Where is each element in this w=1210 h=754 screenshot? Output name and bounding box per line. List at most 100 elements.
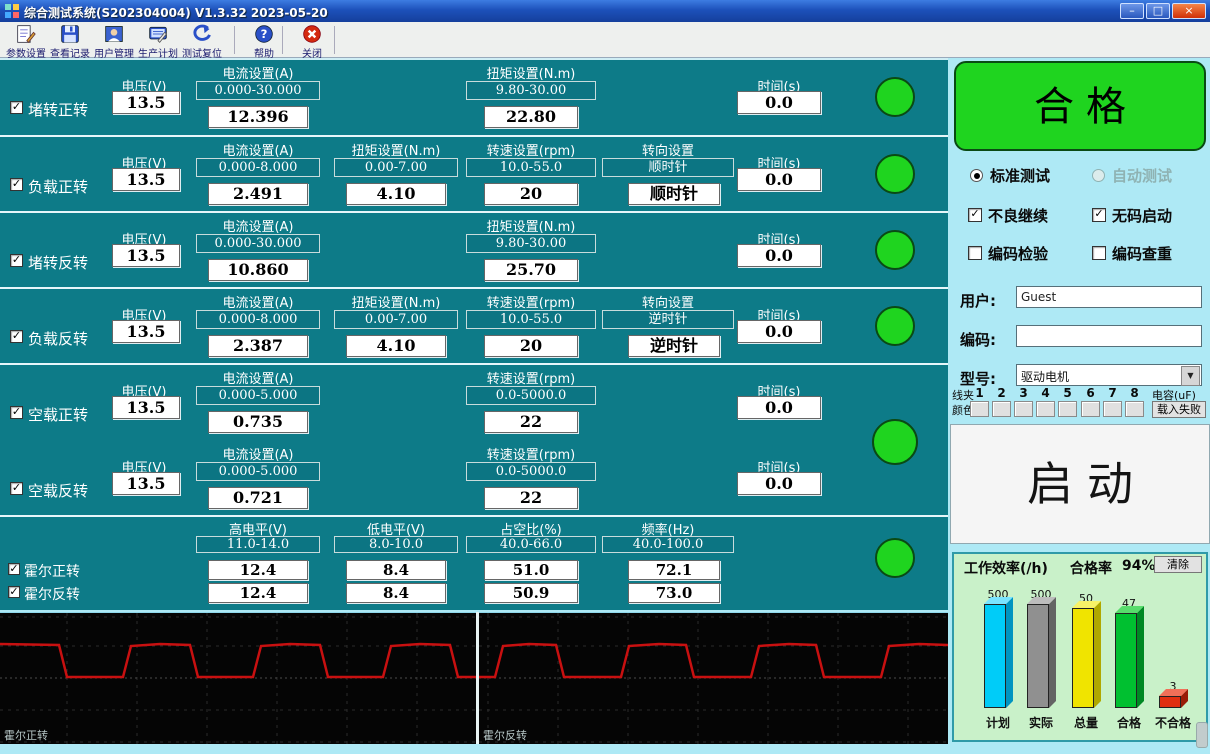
- checkbox-code-dup-check-label: 编码查重: [1112, 243, 1172, 264]
- clamp-color-box[interactable]: [1014, 401, 1033, 417]
- toolbar-item-label: 用户管理: [94, 45, 134, 60]
- row-checkbox[interactable]: [10, 406, 23, 419]
- checkbox-code-dup-check[interactable]: [1092, 246, 1106, 260]
- chevron-down-icon[interactable]: ▼: [1181, 366, 1200, 386]
- model-dropdown[interactable]: 驱动电机 ▼: [1016, 364, 1202, 386]
- value-box: 20: [484, 183, 578, 205]
- toolbar-item-2[interactable]: 用户管理: [90, 24, 138, 57]
- toolbar-item-3[interactable]: 生产计划: [134, 24, 182, 57]
- column-header: 转速设置(rpm): [466, 444, 596, 459]
- minimize-button[interactable]: –: [1120, 3, 1144, 19]
- bar-side: [1049, 597, 1056, 708]
- clamp-color-box[interactable]: [970, 401, 989, 417]
- checkbox-continue-on-fail[interactable]: [968, 208, 982, 222]
- column-header: 电流设置(A): [196, 368, 320, 383]
- time-box: 0.0: [737, 472, 821, 495]
- close-button[interactable]: ×: [1172, 3, 1206, 19]
- toolbar-item-1[interactable]: 查看记录: [46, 24, 94, 57]
- svg-text:?: ?: [261, 27, 268, 41]
- clamp-color-box[interactable]: [1125, 401, 1144, 417]
- toolbar-item-4[interactable]: 测试复位: [178, 24, 226, 57]
- row-checkbox[interactable]: [8, 586, 20, 598]
- value-box: 72.1: [628, 560, 720, 580]
- row-label: 负载正转: [28, 176, 114, 194]
- column-header: 电流设置(A): [196, 63, 320, 78]
- radio-auto-test[interactable]: [1092, 169, 1105, 182]
- column-header: 扭矩设置(N.m): [334, 140, 458, 155]
- radio-standard-test[interactable]: [970, 169, 983, 182]
- range-box: 0.000-30.000: [196, 81, 320, 100]
- checkbox-no-code-start-label: 无码启动: [1112, 205, 1172, 226]
- work-efficiency-label: 工作效率(/h): [964, 558, 1048, 578]
- row-separator: [0, 515, 948, 517]
- value-box: 50.9: [484, 583, 578, 603]
- toolbar-item-0[interactable]: 参数设置: [2, 24, 50, 57]
- row-label: 堵转反转: [28, 252, 114, 270]
- value-box: 10.860: [208, 259, 308, 281]
- window-title: 综合测试系统(S202304004) V1.3.32 2023-05-20: [24, 4, 328, 21]
- user-input[interactable]: [1016, 286, 1202, 308]
- row-label: 空载正转: [28, 404, 114, 422]
- close-icon: [302, 24, 322, 44]
- row-label: 霍尔反转: [24, 584, 114, 600]
- checkbox-code-verify[interactable]: [968, 246, 982, 260]
- checkbox-no-code-start[interactable]: [1092, 208, 1106, 222]
- range-box: 0.000-8.000: [196, 158, 320, 177]
- toolbar-item-6[interactable]: 关闭: [288, 24, 336, 57]
- start-button[interactable]: 启动: [950, 424, 1210, 544]
- range-box: 顺时针: [602, 158, 734, 177]
- range-box: 0.00-7.00: [334, 158, 458, 177]
- voltage-label: 电压(V): [106, 76, 182, 90]
- clamp-color-box[interactable]: [1103, 401, 1122, 417]
- clamp-color-box[interactable]: [992, 401, 1011, 417]
- row-label: 负载反转: [28, 328, 114, 346]
- status-light: [872, 419, 918, 465]
- row-checkbox[interactable]: [8, 563, 20, 575]
- hall-column-header: 频率(Hz): [602, 519, 734, 534]
- clamp-number: 7: [1103, 386, 1122, 399]
- load-fixture-button[interactable]: 载入失败: [1152, 401, 1206, 418]
- row-separator: [0, 363, 948, 365]
- row-checkbox[interactable]: [10, 330, 23, 343]
- status-light: [875, 77, 915, 117]
- value-box: 12.4: [208, 560, 308, 580]
- clamp-color-box[interactable]: [1058, 401, 1077, 417]
- column-header: 电流设置(A): [196, 444, 320, 459]
- voltage-box: 13.5: [112, 472, 180, 495]
- user-icon: [104, 24, 124, 44]
- value-box: 2.491: [208, 183, 308, 205]
- voltage-box: 13.5: [112, 168, 180, 191]
- column-header: 扭矩设置(N.m): [466, 63, 596, 78]
- row-checkbox[interactable]: [10, 482, 23, 495]
- checkbox-continue-on-fail-label: 不良继续: [988, 205, 1048, 226]
- status-light: [875, 154, 915, 194]
- column-header: 转向设置: [602, 292, 734, 307]
- resize-handle[interactable]: [1196, 722, 1208, 748]
- bar: [1072, 608, 1094, 708]
- clamp-color-box[interactable]: [1036, 401, 1055, 417]
- value-box: 25.70: [484, 259, 578, 281]
- radio-auto-test-label: 自动测试: [1112, 165, 1172, 186]
- row-checkbox[interactable]: [10, 254, 23, 267]
- app-icon: [4, 3, 20, 19]
- toolbar-item-label: 测试复位: [182, 45, 222, 60]
- waveform-hall-forward: 霍尔正转: [0, 612, 476, 744]
- value-box: 22.80: [484, 106, 578, 128]
- bar-label: 不合格: [1151, 714, 1195, 728]
- help-icon: ?: [254, 24, 274, 44]
- reset-icon: [192, 24, 212, 44]
- clear-button[interactable]: 清除: [1154, 556, 1202, 573]
- maximize-button[interactable]: □: [1146, 3, 1170, 19]
- hall-range-box: 40.0-100.0: [602, 536, 734, 553]
- bar-label: 合格: [1107, 714, 1151, 728]
- row-checkbox[interactable]: [10, 101, 23, 114]
- status-light: [875, 538, 915, 578]
- toolbar-item-5[interactable]: ?帮助: [240, 24, 288, 57]
- code-input[interactable]: [1016, 325, 1202, 347]
- clamp-number: 1: [970, 386, 989, 399]
- column-header: 扭矩设置(N.m): [334, 292, 458, 307]
- toolbar-item-label: 生产计划: [138, 45, 178, 60]
- voltage-box: 13.5: [112, 320, 180, 343]
- row-checkbox[interactable]: [10, 178, 23, 191]
- clamp-color-box[interactable]: [1081, 401, 1100, 417]
